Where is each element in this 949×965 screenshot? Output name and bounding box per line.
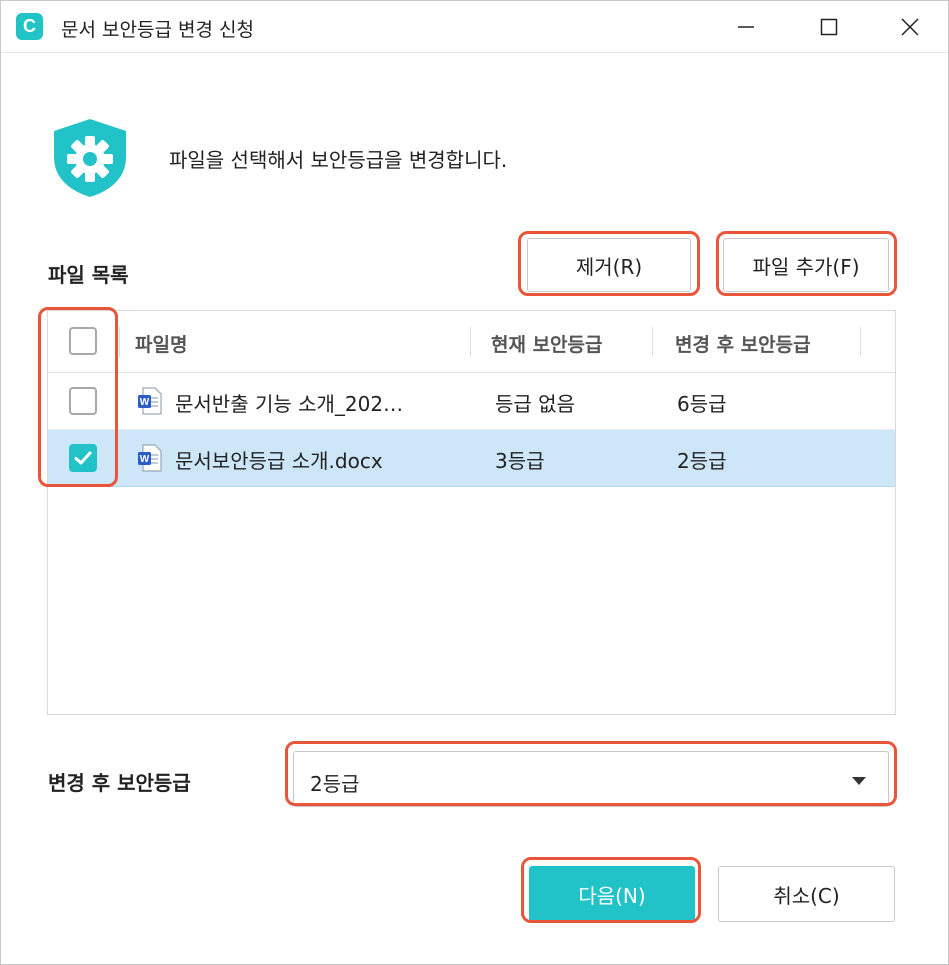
- file-name: 문서반출 기능 소개_202…: [175, 392, 404, 416]
- row-checkbox[interactable]: [69, 444, 97, 472]
- new-grade: 6등급: [677, 392, 727, 416]
- shield-gear-icon: [54, 119, 126, 197]
- dialog-window: C 문서 보안등급 변경 신청 파일을 선택해서 보안등급을 변경합니다. 파일…: [0, 0, 949, 965]
- window-title: 문서 보안등급 변경 신청: [61, 19, 254, 41]
- maximize-icon: [820, 18, 838, 36]
- close-button[interactable]: [888, 9, 932, 45]
- minimize-icon: [738, 26, 754, 28]
- word-file-icon: W: [138, 387, 162, 415]
- grade-dropdown-value: 2등급: [310, 772, 360, 796]
- add-file-button[interactable]: 파일 추가(F): [723, 238, 889, 292]
- grade-dropdown[interactable]: 2등급: [293, 751, 889, 807]
- chevron-down-icon: [852, 777, 866, 785]
- intro-text: 파일을 선택해서 보안등급을 변경합니다.: [169, 148, 508, 172]
- column-divider[interactable]: [860, 327, 861, 357]
- table-header: 파일명 현재 보안등급 변경 후 보안등급: [48, 311, 895, 373]
- word-file-icon: W: [138, 444, 162, 472]
- current-grade: 3등급: [495, 449, 545, 473]
- checkmark-icon: [74, 451, 92, 465]
- column-divider[interactable]: [470, 327, 471, 357]
- title-bar: C 문서 보안등급 변경 신청: [1, 1, 948, 53]
- column-divider[interactable]: [652, 327, 653, 357]
- file-table: 파일명 현재 보안등급 변경 후 보안등급 W 문서반출 기능 소개_202… …: [47, 310, 896, 715]
- next-button[interactable]: 다음(N): [529, 866, 695, 922]
- minimize-button[interactable]: [724, 9, 768, 45]
- svg-text:W: W: [140, 454, 150, 465]
- new-grade-label: 변경 후 보안등급: [48, 771, 191, 795]
- remove-button[interactable]: 제거(R): [527, 238, 691, 292]
- app-logo-icon: C: [16, 13, 43, 40]
- select-all-checkbox[interactable]: [69, 327, 97, 355]
- current-grade: 등급 없음: [495, 392, 575, 416]
- table-row[interactable]: W 문서보안등급 소개.docx 3등급 2등급: [48, 430, 895, 487]
- column-header-new-grade[interactable]: 변경 후 보안등급: [675, 330, 811, 357]
- column-divider: [119, 327, 120, 357]
- file-name: 문서보안등급 소개.docx: [175, 449, 383, 473]
- table-row[interactable]: W 문서반출 기능 소개_202… 등급 없음 6등급: [48, 373, 895, 430]
- svg-text:W: W: [140, 397, 150, 408]
- column-header-filename[interactable]: 파일명: [135, 330, 187, 357]
- column-header-current-grade[interactable]: 현재 보안등급: [491, 330, 603, 357]
- file-list-label: 파일 목록: [48, 263, 129, 287]
- close-icon: [901, 18, 919, 36]
- row-checkbox[interactable]: [69, 387, 97, 415]
- cancel-button[interactable]: 취소(C): [718, 866, 895, 922]
- new-grade: 2등급: [677, 449, 727, 473]
- maximize-button[interactable]: [807, 9, 851, 45]
